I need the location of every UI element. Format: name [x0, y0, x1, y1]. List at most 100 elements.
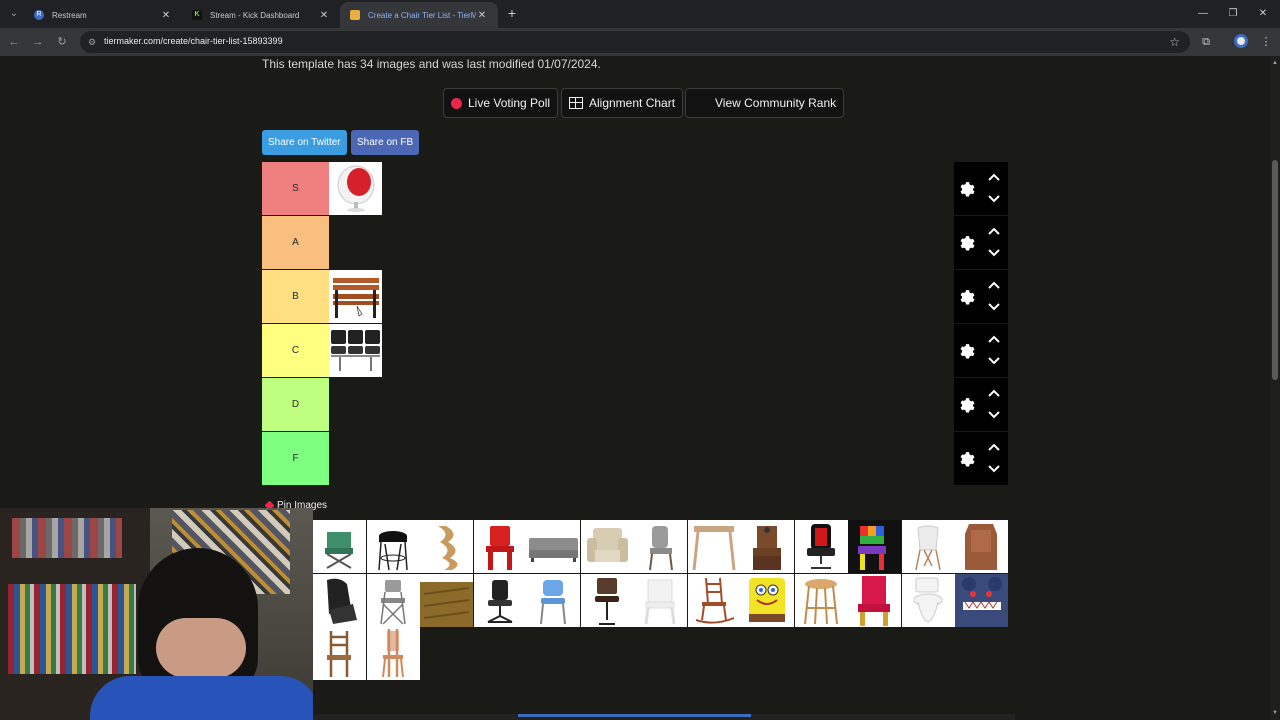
move-down-chevron-icon[interactable] [988, 408, 1000, 420]
browser-titlebar: ⌄ R Restream ✕ K Stream - Kick Dashboard… [0, 0, 1280, 28]
scroll-up-icon[interactable]: ▲ [1270, 58, 1280, 68]
url-text[interactable]: tiermaker.com/create/chair-tier-list-158… [104, 36, 283, 46]
settings-gear-icon[interactable] [958, 396, 976, 414]
camping-chair-image[interactable] [313, 520, 366, 573]
egg-chair-image[interactable] [329, 162, 382, 215]
tier-label-d[interactable]: D [262, 378, 329, 431]
rocking-chair-image[interactable] [687, 573, 741, 627]
wood-stool-image[interactable] [794, 573, 848, 627]
dining-chair-image[interactable] [634, 520, 687, 573]
white-eames-chair-image[interactable] [901, 520, 955, 573]
airport-seating-image[interactable] [329, 324, 382, 377]
tab-restream[interactable]: R Restream ✕ [24, 2, 182, 28]
electric-chair-image[interactable] [741, 520, 794, 573]
share-fb-button[interactable]: Share on FB [351, 130, 420, 155]
scroll-down-icon[interactable]: ▼ [1270, 708, 1280, 718]
move-down-chevron-icon[interactable] [988, 462, 1000, 474]
tier-label-a[interactable]: A [262, 216, 329, 269]
settings-gear-icon[interactable] [958, 450, 976, 468]
settings-gear-icon[interactable] [958, 180, 976, 198]
share-twitter-button[interactable]: Share on Twitter [262, 130, 347, 155]
settings-gear-icon[interactable] [958, 342, 976, 360]
white-plastic-chair-image[interactable] [634, 573, 687, 627]
alignment-chart-button[interactable]: Alignment Chart [561, 88, 684, 118]
tier-label-c[interactable]: C [262, 324, 329, 377]
profile-avatar[interactable] [1234, 34, 1248, 48]
move-up-chevron-icon[interactable] [988, 442, 1000, 454]
park-bench-image[interactable] [329, 270, 382, 323]
reload-icon[interactable]: ↻ [54, 34, 70, 50]
restore-icon[interactable]: ❐ [1225, 6, 1241, 22]
forward-icon[interactable]: → [30, 34, 46, 50]
gray-sofa-image[interactable] [527, 520, 580, 573]
red-kids-chair-image[interactable] [473, 520, 527, 573]
address-bar[interactable]: ⚙ tiermaker.com/create/chair-tier-list-1… [80, 31, 1190, 53]
massage-chair-image[interactable] [313, 573, 366, 627]
toilet-image[interactable] [901, 573, 955, 627]
wave-wood-chair-image[interactable] [420, 520, 473, 573]
tier-label-f[interactable]: F [262, 432, 329, 485]
tier-items-b[interactable] [329, 270, 954, 323]
site-info-icon[interactable]: ⚙ [88, 36, 100, 48]
new-tab-icon[interactable]: + [504, 5, 520, 21]
settings-gear-icon[interactable] [958, 288, 976, 306]
menu-icon[interactable]: ⋮ [1258, 34, 1274, 50]
wood-throne-image[interactable] [955, 520, 1008, 573]
tab-kick-dashboard[interactable]: K Stream - Kick Dashboard ✕ [182, 2, 340, 28]
tier-items-a[interactable] [329, 216, 954, 269]
tier-items-d[interactable] [329, 378, 954, 431]
folding-chair-image[interactable] [366, 573, 420, 627]
view-community-rank-button[interactable]: View Community Rank [685, 88, 845, 118]
beige-armchair-image[interactable] [580, 520, 634, 573]
tier-items-f[interactable] [329, 432, 954, 485]
move-down-chevron-icon[interactable] [988, 300, 1000, 312]
tier-controls [954, 216, 1008, 269]
bottom-scrollbar[interactable] [313, 714, 1015, 720]
move-up-chevron-icon[interactable] [988, 226, 1000, 238]
bookmark-star-icon[interactable]: ☆ [1169, 35, 1180, 49]
tier-items-c[interactable] [329, 324, 954, 377]
tab-tiermaker[interactable]: Create a Chair Tier List - TierMaker ✕ [340, 2, 498, 28]
gaming-chair-image[interactable] [794, 520, 848, 573]
move-down-chevron-icon[interactable] [988, 192, 1000, 204]
page-scroll-thumb[interactable] [1272, 160, 1278, 380]
settings-gear-icon[interactable] [958, 234, 976, 252]
move-down-chevron-icon[interactable] [988, 354, 1000, 366]
tall-wood-chair-image[interactable] [366, 627, 420, 680]
move-up-chevron-icon[interactable] [988, 334, 1000, 346]
tier-controls [954, 324, 1008, 377]
browser-toolbar: ← → ↻ ⚙ tiermaker.com/create/chair-tier-… [0, 28, 1280, 56]
move-up-chevron-icon[interactable] [988, 172, 1000, 184]
extensions-icon[interactable]: ⧉ [1198, 34, 1214, 50]
blue-school-chair-image[interactable] [527, 573, 580, 627]
minimize-icon[interactable]: — [1195, 6, 1211, 22]
move-up-chevron-icon[interactable] [988, 388, 1000, 400]
red-throne-image[interactable] [848, 573, 901, 627]
bottom-scroll-thumb[interactable] [518, 714, 751, 717]
rainbow-chair-image[interactable] [848, 520, 901, 573]
hay-bale-image[interactable] [420, 573, 473, 627]
move-down-chevron-icon[interactable] [988, 246, 1000, 258]
wood-ladder-chair-image[interactable] [313, 627, 366, 680]
bar-stool-image[interactable] [366, 520, 420, 573]
tab-close-icon[interactable]: ✕ [318, 10, 330, 21]
tier-label-b[interactable]: B [262, 270, 329, 323]
spongebob-chair-image[interactable] [741, 573, 794, 627]
tab-search-icon[interactable]: ⌄ [6, 6, 22, 22]
wood-table-stool-image[interactable] [687, 520, 741, 573]
tier-row-c: C [262, 324, 1008, 378]
page-scrollbar[interactable]: ▲ ▼ [1270, 56, 1280, 720]
back-icon[interactable]: ← [6, 34, 22, 50]
live-voting-poll-button[interactable]: Live Voting Poll [443, 88, 559, 118]
image-pool [313, 520, 1009, 681]
office-chair-image[interactable] [473, 573, 527, 627]
swivel-bar-chair-image[interactable] [580, 573, 634, 627]
tier-label-s[interactable]: S [262, 162, 329, 215]
tab-close-icon[interactable]: ✕ [476, 10, 488, 21]
tab-close-icon[interactable]: ✕ [160, 10, 172, 21]
window-close-icon[interactable]: ✕ [1255, 6, 1271, 22]
tier-items-s[interactable] [329, 162, 954, 215]
monster-chair-image[interactable] [955, 573, 1008, 627]
move-up-chevron-icon[interactable] [988, 280, 1000, 292]
webcam-person-shirt [90, 676, 313, 720]
